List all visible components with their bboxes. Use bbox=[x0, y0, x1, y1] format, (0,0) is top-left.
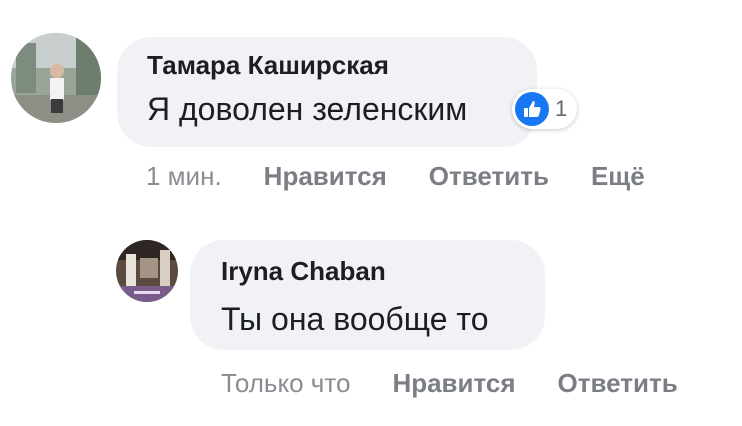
avatar[interactable] bbox=[116, 240, 178, 302]
like-button[interactable]: Нравится bbox=[392, 368, 515, 399]
reply-button[interactable]: Ответить bbox=[429, 161, 549, 192]
like-thumb-icon bbox=[515, 92, 549, 126]
more-button[interactable]: Ещё bbox=[591, 161, 645, 192]
reply-button[interactable]: Ответить bbox=[558, 368, 678, 399]
comment-actions: 1 мин. Нравится Ответить Ещё bbox=[146, 161, 645, 192]
comment-timestamp[interactable]: Только что bbox=[221, 368, 350, 399]
comment-author[interactable]: Тамара Каширская bbox=[147, 50, 389, 81]
comment-actions: Только что Нравится Ответить bbox=[221, 368, 678, 399]
comment-author[interactable]: Iryna Chaban bbox=[221, 256, 386, 287]
comment-text: Я доволен зеленским bbox=[147, 91, 468, 127]
reaction-badge[interactable]: 1 bbox=[512, 89, 578, 129]
comment-text: Ты она вообще то bbox=[221, 301, 489, 337]
comment-timestamp[interactable]: 1 мин. bbox=[146, 161, 222, 192]
avatar[interactable] bbox=[11, 33, 101, 123]
like-button[interactable]: Нравится bbox=[264, 161, 387, 192]
reaction-count: 1 bbox=[555, 96, 568, 121]
